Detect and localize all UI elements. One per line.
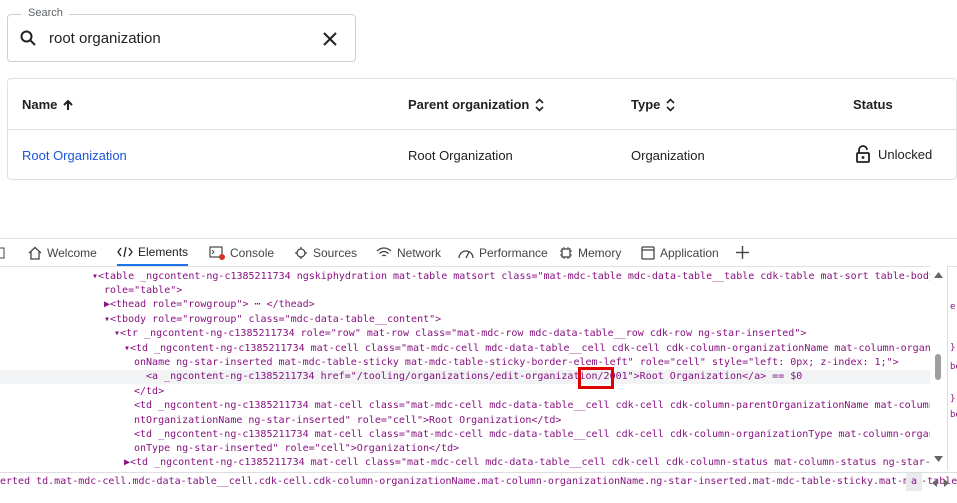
dom-line[interactable]: ntOrganizationName ng-star-inserted" rol… (134, 414, 561, 428)
dom-line[interactable]: ▾<td _ngcontent-ng-c1385211734 mat-cell … (124, 342, 930, 356)
dock-icon[interactable] (0, 239, 6, 266)
type-cell: Organization (631, 148, 705, 163)
side-snippet: e: (950, 302, 957, 312)
tab-label: Memory (578, 245, 622, 260)
lock-open-icon (856, 145, 870, 163)
tab-sources[interactable]: Sources (294, 239, 357, 266)
dom-line[interactable]: ▾<table _ngcontent-ng-c1385211734 ngskip… (92, 270, 930, 284)
gear-bug-icon (295, 246, 307, 259)
dom-line[interactable]: ▾<tr _ngcontent-ng-c1385211734 role="row… (114, 327, 806, 341)
column-header-label: Status (853, 97, 893, 112)
tab-performance[interactable]: Performance (458, 239, 548, 266)
dom-line[interactable]: <td _ngcontent-ng-c1385211734 mat-cell c… (134, 428, 930, 442)
tab-label: Console (230, 245, 275, 260)
tab-console[interactable]: Console (209, 239, 274, 266)
search-input[interactable]: root organization (49, 30, 161, 47)
code-icon (117, 246, 133, 257)
search-label: Search (22, 7, 69, 19)
window-icon (641, 245, 655, 260)
parent-org-cell: Root Organization (408, 148, 513, 163)
scroll-left-icon[interactable] (932, 479, 937, 487)
dom-line[interactable]: onType ng-star-inserted" role="cell">Org… (134, 442, 459, 456)
elements-dom-tree[interactable]: ▾<table _ngcontent-ng-c1385211734 ngskip… (0, 266, 930, 470)
tab-elements[interactable]: Elements (117, 239, 189, 266)
dom-line[interactable]: ▾<tbody role="rowgroup" class="mdc-data-… (104, 313, 441, 327)
plus-icon (736, 246, 749, 259)
dom-line-selected[interactable]: <a _ngcontent-ng-c1385211734 href="/tool… (0, 370, 930, 385)
scroll-down-icon[interactable] (934, 456, 943, 462)
sort-unfold-icon (666, 97, 675, 112)
tab-welcome[interactable]: Welcome (28, 239, 97, 266)
side-snippet: } (950, 394, 956, 404)
add-tab-button[interactable] (736, 239, 749, 266)
search-icon (20, 30, 36, 46)
header-divider (8, 129, 956, 130)
scrollbar-thumb[interactable] (935, 354, 941, 380)
tab-network[interactable]: Network (376, 239, 441, 266)
wifi-icon (376, 246, 392, 257)
breadcrumb-current[interactable]: a (906, 473, 922, 491)
column-header-status: Status (853, 97, 893, 112)
organizations-table: Name Parent organization Type Status Roo… (7, 78, 957, 180)
side-snippet: bo (950, 410, 957, 420)
close-icon[interactable] (322, 31, 338, 47)
devtools-tabbar: Welcome Elements Console Sources Network… (0, 238, 957, 267)
side-snippet: } (950, 343, 956, 353)
scroll-right-icon[interactable] (944, 479, 949, 487)
home-icon (28, 246, 42, 260)
dom-line[interactable]: ▶<thead role="rowgroup"> ⋯ </thead> (104, 298, 315, 312)
dom-line[interactable]: <td _ngcontent-ng-c1385211734 mat-cell c… (134, 399, 930, 413)
column-header-type[interactable]: Type (631, 97, 675, 112)
scroll-up-icon[interactable] (934, 272, 943, 278)
tab-label: Elements (138, 244, 189, 259)
tab-label: Network (397, 245, 442, 260)
dom-line[interactable]: </td> (134, 385, 164, 399)
highlight-box (578, 367, 614, 389)
tab-application[interactable]: Application (641, 239, 719, 266)
status-label: Unlocked (878, 146, 933, 162)
tab-memory[interactable]: Memory (559, 239, 621, 266)
column-header-label: Name (22, 97, 58, 112)
tab-label: Application (660, 245, 719, 260)
org-name-link[interactable]: Root Organization (22, 148, 127, 163)
dom-line[interactable]: role="table"> (104, 284, 182, 298)
column-header-parent[interactable]: Parent organization (408, 97, 544, 112)
side-snippet: bo (950, 362, 957, 372)
sort-arrow-up-icon (63, 99, 74, 110)
styles-pane-edge: e: } bo } bo (947, 266, 957, 470)
column-header-label: Parent organization (408, 97, 530, 112)
dom-breadcrumb: erted td.mat-mdc-cell.mdc-data-table__ce… (0, 472, 957, 491)
tab-label: Welcome (47, 245, 97, 260)
search-field[interactable]: Search root organization (7, 7, 356, 62)
dom-line[interactable]: onName ng-star-inserted mat-mdc-table-st… (134, 356, 899, 370)
breadcrumb-path[interactable]: erted td.mat-mdc-cell.mdc-data-table__ce… (0, 476, 957, 487)
column-header-label: Type (631, 97, 661, 112)
tab-label: Sources (313, 245, 358, 260)
status-cell: Unlocked (856, 145, 932, 163)
gauge-icon (458, 249, 474, 258)
console-icon (209, 245, 225, 260)
chip-icon (560, 246, 572, 259)
column-header-name[interactable]: Name (22, 97, 74, 112)
dom-line[interactable]: ▶<td _ngcontent-ng-c1385211734 mat-cell … (124, 456, 930, 470)
tab-label: Performance (479, 245, 548, 260)
sort-unfold-icon (535, 97, 544, 112)
